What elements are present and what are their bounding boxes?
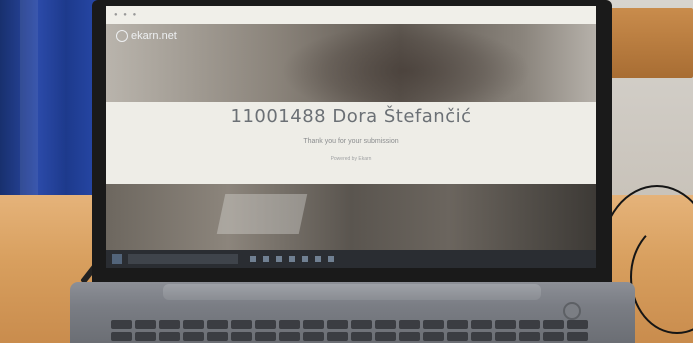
laptop-hinge — [163, 284, 541, 300]
keyboard-key[interactable] — [111, 332, 132, 341]
taskbar-search[interactable] — [128, 254, 238, 264]
keyboard-key[interactable] — [519, 320, 540, 329]
keyboard-key[interactable] — [207, 320, 228, 329]
site-logo[interactable]: ekarn.net — [116, 28, 177, 44]
keyboard-key[interactable] — [279, 320, 300, 329]
keyboard-key[interactable] — [375, 332, 396, 341]
keyboard-row — [111, 332, 591, 341]
keyboard-key[interactable] — [519, 332, 540, 341]
keyboard-key[interactable] — [303, 320, 324, 329]
powered-by-link[interactable]: Powered by Ekarn — [106, 156, 596, 162]
keyboard-key[interactable] — [543, 320, 564, 329]
keyboard-row — [111, 320, 591, 329]
keyboard-key[interactable] — [447, 332, 468, 341]
keyboard-key[interactable] — [327, 320, 348, 329]
windows-start-icon[interactable] — [112, 254, 122, 264]
browser-toolbar: ● ● ● — [106, 6, 596, 25]
taskbar-app-icon[interactable] — [263, 256, 269, 262]
keyboard-key[interactable] — [255, 320, 276, 329]
power-button[interactable] — [563, 302, 581, 320]
submission-title: 11001488 Dora Štefančić — [230, 106, 472, 127]
keyboard-key[interactable] — [567, 332, 588, 341]
wooden-shelf — [606, 8, 693, 78]
submission-content: 11001488 Dora Štefančić Thank you for yo… — [106, 102, 596, 184]
keyboard-key[interactable] — [255, 332, 276, 341]
keyboard-key[interactable] — [183, 320, 204, 329]
keyboard-key[interactable] — [231, 332, 252, 341]
logo-text: ekarn.net — [131, 30, 177, 42]
taskbar-app-icon[interactable] — [315, 256, 321, 262]
keyboard-key[interactable] — [303, 332, 324, 341]
keyboard-key[interactable] — [375, 320, 396, 329]
keyboard-key[interactable] — [351, 332, 372, 341]
keyboard-key[interactable] — [183, 332, 204, 341]
taskbar-app-icon[interactable] — [289, 256, 295, 262]
keyboard-key[interactable] — [135, 332, 156, 341]
photo-scene: ● ● ● ekarn.net 11001488 Dora Štefančić … — [0, 0, 693, 343]
keyboard — [111, 320, 591, 343]
keyboard-key[interactable] — [543, 332, 564, 341]
taskbar-app-icon[interactable] — [302, 256, 308, 262]
keyboard-key[interactable] — [447, 320, 468, 329]
taskbar-icons — [250, 256, 334, 262]
hero-image — [106, 24, 596, 102]
keyboard-key[interactable] — [423, 320, 444, 329]
keyboard-key[interactable] — [327, 332, 348, 341]
keyboard-key[interactable] — [471, 332, 492, 341]
keyboard-key[interactable] — [471, 320, 492, 329]
keyboard-key[interactable] — [159, 320, 180, 329]
keyboard-key[interactable] — [159, 332, 180, 341]
keyboard-key[interactable] — [567, 320, 588, 329]
keyboard-key[interactable] — [231, 320, 252, 329]
keyboard-key[interactable] — [135, 320, 156, 329]
keyboard-key[interactable] — [495, 332, 516, 341]
taskbar-app-icon[interactable] — [250, 256, 256, 262]
keyboard-key[interactable] — [207, 332, 228, 341]
keyboard-key[interactable] — [399, 332, 420, 341]
windows-taskbar — [106, 250, 596, 268]
laptop-screen: ● ● ● ekarn.net 11001488 Dora Štefančić … — [106, 6, 596, 268]
taskbar-app-icon[interactable] — [276, 256, 282, 262]
keyboard-key[interactable] — [495, 320, 516, 329]
taskbar-app-icon[interactable] — [328, 256, 334, 262]
keyboard-key[interactable] — [351, 320, 372, 329]
keyboard-key[interactable] — [423, 332, 444, 341]
hero-hand-image — [281, 24, 531, 102]
keyboard-key[interactable] — [279, 332, 300, 341]
background-photo — [106, 184, 596, 250]
keyboard-key[interactable] — [111, 320, 132, 329]
submission-subtitle: Thank you for your submission — [303, 138, 399, 145]
keyboard-key[interactable] — [399, 320, 420, 329]
browser-toolbar-icons: ● ● ● — [114, 12, 139, 18]
logo-icon — [116, 30, 128, 42]
